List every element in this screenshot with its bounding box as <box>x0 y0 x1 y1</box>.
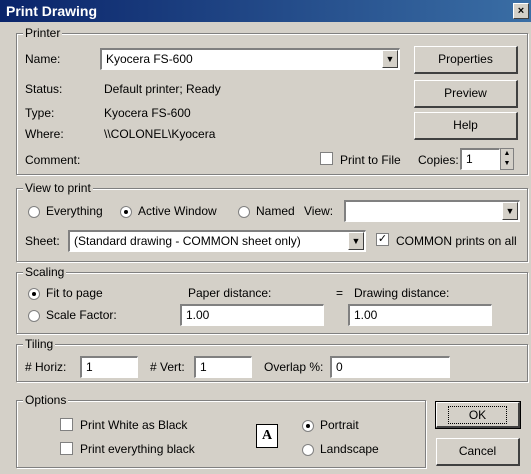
printer-name-value: Kyocera FS-600 <box>106 52 193 66</box>
overlap-input[interactable]: 0 <box>330 356 450 378</box>
name-label: Name: <box>25 52 61 66</box>
printer-name-dropdown-icon[interactable]: ▼ <box>382 50 398 68</box>
print-black-label: Print everything black <box>80 442 195 456</box>
paper-distance-input[interactable]: 1.00 <box>180 304 324 326</box>
print-to-file-checkbox[interactable] <box>320 152 333 165</box>
cancel-button[interactable]: Cancel <box>436 438 520 466</box>
scale-factor-label: Scale Factor: <box>46 308 117 322</box>
ok-button[interactable]: OK <box>435 401 521 429</box>
print-white-label: Print White as Black <box>80 418 188 432</box>
drawing-distance-label: Drawing distance: <box>354 286 450 300</box>
drawing-distance-input[interactable]: 1.00 <box>348 304 492 326</box>
sheet-dropdown-icon[interactable]: ▼ <box>348 232 364 250</box>
status-value: Default printer; Ready <box>104 82 221 96</box>
active-window-radio[interactable] <box>120 206 132 218</box>
options-legend: Options <box>23 393 69 407</box>
type-value: Kyocera FS-600 <box>104 106 191 120</box>
comment-label: Comment: <box>25 153 81 167</box>
portrait-label: Portrait <box>320 418 359 432</box>
options-group: Options <box>16 393 426 468</box>
landscape-radio[interactable] <box>302 444 314 456</box>
horiz-label: # Horiz: <box>25 360 67 374</box>
overlap-label: Overlap %: <box>264 360 324 374</box>
vert-label: # Vert: <box>150 360 185 374</box>
copies-spinner-icon[interactable]: ▲ ▼ <box>500 148 514 170</box>
active-window-label: Active Window <box>138 204 217 218</box>
sheet-label: Sheet: <box>25 234 60 248</box>
sheet-select[interactable]: (Standard drawing - COMMON sheet only) <box>68 230 366 252</box>
orientation-icon: A <box>256 424 278 448</box>
copies-label: Copies: <box>418 153 459 167</box>
where-value: \\COLONEL\Kyocera <box>104 127 216 141</box>
scale-factor-radio[interactable] <box>28 310 40 322</box>
print-black-checkbox[interactable] <box>60 442 73 455</box>
named-view-label: Named <box>256 204 295 218</box>
everything-radio[interactable] <box>28 206 40 218</box>
preview-button[interactable]: Preview <box>414 80 518 108</box>
equals-sign: = <box>336 286 344 300</box>
where-label: Where: <box>25 127 64 141</box>
named-view-dropdown-icon[interactable]: ▼ <box>502 202 518 220</box>
view-label: View: <box>304 204 334 218</box>
portrait-radio[interactable] <box>302 420 314 432</box>
fit-to-page-label: Fit to page <box>46 286 103 300</box>
close-icon[interactable]: × <box>513 3 529 19</box>
printer-legend: Printer <box>23 26 63 40</box>
fit-to-page-radio[interactable] <box>28 288 40 300</box>
window-title: Print Drawing <box>6 3 98 19</box>
common-prints-checkbox[interactable]: ✓ <box>376 233 389 246</box>
type-label: Type: <box>25 106 55 120</box>
horiz-input[interactable]: 1 <box>80 356 138 378</box>
copies-input[interactable]: 1 <box>460 148 500 170</box>
properties-button[interactable]: Properties <box>414 46 518 74</box>
print-white-checkbox[interactable] <box>60 418 73 431</box>
landscape-label: Landscape <box>320 442 379 456</box>
everything-label: Everything <box>46 204 103 218</box>
paper-distance-label: Paper distance: <box>188 286 272 300</box>
help-button[interactable]: Help <box>414 112 518 140</box>
print-to-file-label: Print to File <box>340 153 401 167</box>
status-label: Status: <box>25 82 63 96</box>
view-to-print-legend: View to print <box>23 181 93 195</box>
title-bar: Print Drawing × <box>0 0 531 22</box>
scaling-legend: Scaling <box>23 265 67 279</box>
printer-name-select[interactable]: Kyocera FS-600 <box>100 48 400 70</box>
vert-input[interactable]: 1 <box>194 356 252 378</box>
named-view-radio[interactable] <box>238 206 250 218</box>
named-view-select[interactable] <box>344 200 520 222</box>
common-prints-label: COMMON prints on all <box>396 234 517 248</box>
tiling-legend: Tiling <box>23 337 56 351</box>
